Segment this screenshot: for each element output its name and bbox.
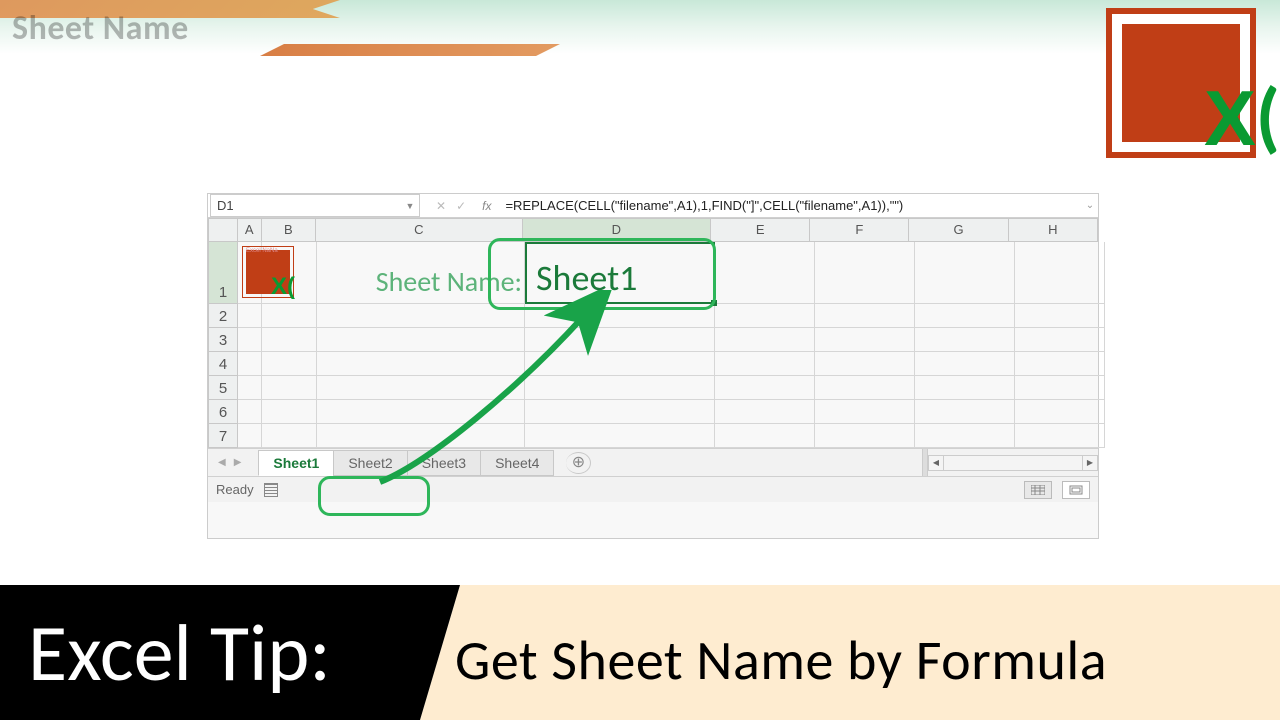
row-header-7[interactable]: 7 (208, 424, 238, 448)
col-header-e[interactable]: E (711, 218, 810, 242)
sheet-image-x-glyph: X( (271, 273, 295, 301)
bottom-banner: Excel Tip: Get Sheet Name by Formula (0, 585, 1280, 720)
row-header-6[interactable]: 6 (208, 400, 238, 424)
name-box[interactable]: D1 ▼ (210, 194, 420, 217)
view-page-layout-icon[interactable] (1062, 481, 1090, 499)
tab-nav-prev-icon[interactable]: ◀ (218, 457, 226, 468)
col-header-h[interactable]: H (1009, 218, 1098, 242)
status-bar: Ready (208, 476, 1098, 502)
top-swoosh-lower (260, 44, 560, 56)
view-normal-icon[interactable] (1024, 481, 1052, 499)
select-all-corner[interactable] (208, 218, 238, 242)
sheet-tab-4[interactable]: Sheet4 (480, 450, 554, 476)
tab-nav: ◀ ▶ (208, 457, 251, 468)
sheet-tab-1[interactable]: Sheet1 (258, 450, 334, 476)
formula-text: =REPLACE(CELL("filename",A1),1,FIND("]",… (505, 198, 903, 213)
logo-x-glyph: X (1204, 73, 1256, 164)
row-header-4[interactable]: 4 (208, 352, 238, 376)
name-box-value: D1 (217, 198, 234, 213)
sheet-image-logo[interactable]: Excel NaNa X( (242, 246, 294, 298)
hscroll-left-icon[interactable]: ◀ (928, 455, 944, 471)
sheet-tab-3[interactable]: Sheet3 (407, 450, 481, 476)
banner-title-left: Excel Tip: (28, 605, 331, 702)
brand-logo: X ( (1106, 8, 1256, 158)
formula-input[interactable]: =REPLACE(CELL("filename",A1),1,FIND("]",… (499, 198, 1082, 213)
logo-paren-glyph: ( (1256, 69, 1280, 164)
col-header-a[interactable]: A (238, 218, 262, 242)
formula-expand-icon[interactable]: ⌄ (1082, 200, 1098, 211)
col-header-c[interactable]: C (316, 218, 522, 242)
formula-bar-buttons: ✕ ✓ (428, 199, 474, 213)
grid-body: 1 2 3 4 5 6 7 Excel NaNa X( (208, 242, 1098, 448)
cell-c1-label: Sheet Name: (317, 264, 522, 299)
status-text: Ready (216, 482, 254, 497)
name-box-dropdown-icon[interactable]: ▼ (403, 199, 417, 213)
col-header-g[interactable]: G (909, 218, 1008, 242)
cell-grid[interactable]: Excel NaNa X( Sheet Name: Sheet1 (238, 242, 1105, 448)
add-sheet-button[interactable]: ⊕ (566, 452, 591, 474)
tab-nav-next-icon[interactable]: ▶ (234, 457, 242, 468)
col-header-b[interactable]: B (262, 218, 317, 242)
macro-record-icon[interactable] (264, 483, 278, 497)
sheet-image-caption: Excel NaNa (246, 248, 278, 254)
row-header-3[interactable]: 3 (208, 328, 238, 352)
row-headers: 1 2 3 4 5 6 7 (208, 242, 238, 448)
cancel-icon[interactable]: ✕ (436, 199, 446, 213)
hscroll-right-icon[interactable]: ▶ (1082, 455, 1098, 471)
sheet-tab-bar: ◀ ▶ Sheet1 Sheet2 Sheet3 Sheet4 ⊕ ◀ ▶ (208, 448, 1098, 476)
formula-bar: D1 ▼ ✕ ✓ fx =REPLACE(CELL("filename",A1)… (208, 194, 1098, 218)
col-header-f[interactable]: F (810, 218, 909, 242)
sheet-tab-2[interactable]: Sheet2 (333, 450, 407, 476)
fx-icon[interactable]: fx (474, 199, 499, 213)
hscroll-track[interactable] (943, 455, 1083, 471)
column-header-row: A B C D E F G H (208, 218, 1098, 242)
excel-window: D1 ▼ ✕ ✓ fx =REPLACE(CELL("filename",A1)… (207, 193, 1099, 539)
row-header-5[interactable]: 5 (208, 376, 238, 400)
row-header-2[interactable]: 2 (208, 304, 238, 328)
col-header-d[interactable]: D (523, 218, 712, 242)
row-header-1[interactable]: 1 (208, 242, 238, 304)
banner-title-right: Get Sheet Name by Formula (455, 627, 1107, 695)
cell-d1-value: Sheet1 (536, 256, 637, 300)
page-title: Sheet Name (12, 8, 189, 49)
enter-icon[interactable]: ✓ (456, 199, 466, 213)
